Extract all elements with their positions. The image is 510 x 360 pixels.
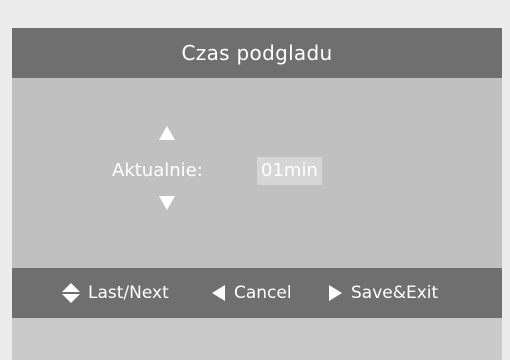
- key-hint-bar: Last/Next Cancel Save&Exit: [12, 268, 502, 318]
- last-next-hint: Last/Next: [62, 283, 169, 303]
- dialog-title: Czas podgladu: [181, 41, 333, 65]
- dialog-content: Aktualnie: 01min: [12, 78, 502, 268]
- triangle-right-icon: [329, 285, 342, 301]
- cancel-label: Cancel: [234, 283, 292, 303]
- current-label: Aktualnie:: [112, 160, 203, 181]
- save-exit-hint: Save&Exit: [329, 283, 438, 303]
- title-bar: Czas podgladu: [12, 28, 502, 78]
- triangle-left-icon: [212, 285, 225, 301]
- decrease-arrow-icon[interactable]: [159, 196, 175, 210]
- cancel-hint: Cancel: [212, 283, 292, 303]
- up-down-arrows-icon: [62, 283, 80, 303]
- save-exit-label: Save&Exit: [351, 283, 439, 303]
- osd-dialog: Czas podgladu Aktualnie: 01min Last/Next…: [12, 28, 502, 360]
- increase-arrow-icon[interactable]: [159, 126, 175, 140]
- last-next-label: Last/Next: [88, 283, 169, 303]
- bottom-panel: [12, 318, 502, 360]
- current-value-field[interactable]: 01min: [257, 157, 322, 185]
